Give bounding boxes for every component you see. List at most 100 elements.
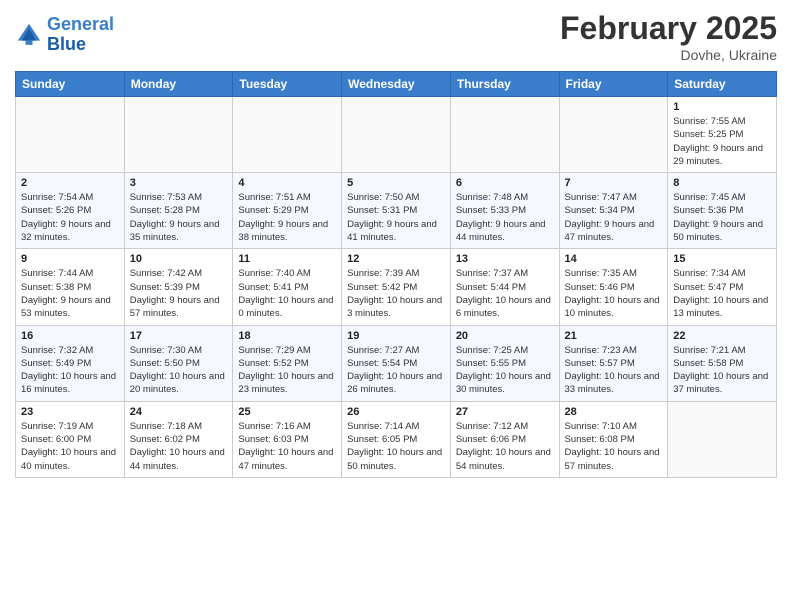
day-number: 4 — [238, 177, 336, 189]
day-cell: 18 Sunrise: 7:29 AM Sunset: 5:52 PM Dayli… — [233, 325, 342, 401]
day-cell: 8 Sunrise: 7:45 AM Sunset: 5:36 PM Daylig… — [668, 173, 777, 249]
day-cell: 10Sunrise: 7:42 AM Sunset: 5:39 PM Dayli… — [124, 249, 233, 325]
week-row-5: 23Sunrise: 7:19 AM Sunset: 6:00 PM Dayli… — [16, 401, 777, 477]
day-info: Sunrise: 7:16 AM Sunset: 6:03 PM Dayligh… — [238, 420, 336, 473]
col-header-wednesday: Wednesday — [342, 72, 451, 97]
day-info: Sunrise: 7:35 AM Sunset: 5:46 PM Dayligh… — [565, 267, 663, 320]
day-number: 24 — [130, 406, 228, 418]
day-cell: 15 Sunrise: 7:34 AM Sunset: 5:47 PM Dayli… — [668, 249, 777, 325]
day-info: Sunrise: 7:44 AM Sunset: 5:38 PM Dayligh… — [21, 267, 119, 320]
day-info: Sunrise: 7:37 AM Sunset: 5:44 PM Dayligh… — [456, 267, 554, 320]
logo: General Blue — [15, 15, 114, 55]
day-info: Sunrise: 7:34 AM Sunset: 5:47 PM Dayligh… — [673, 267, 771, 320]
day-number: 18 — [238, 330, 336, 342]
day-cell: 28 Sunrise: 7:10 AM Sunset: 6:08 PM Dayli… — [559, 401, 668, 477]
day-info: Sunrise: 7:21 AM Sunset: 5:58 PM Dayligh… — [673, 344, 771, 397]
day-number: 15 — [673, 253, 771, 265]
day-cell — [450, 97, 559, 173]
day-number: 20 — [456, 330, 554, 342]
day-info: Sunrise: 7:27 AM Sunset: 5:54 PM Dayligh… — [347, 344, 445, 397]
day-info: Sunrise: 7:51 AM Sunset: 5:29 PM Dayligh… — [238, 191, 336, 244]
day-number: 3 — [130, 177, 228, 189]
day-info: Sunrise: 7:12 AM Sunset: 6:06 PM Dayligh… — [456, 420, 554, 473]
day-info: Sunrise: 7:48 AM Sunset: 5:33 PM Dayligh… — [456, 191, 554, 244]
day-number: 22 — [673, 330, 771, 342]
logo-text: General Blue — [47, 15, 114, 55]
day-cell: 7 Sunrise: 7:47 AM Sunset: 5:34 PM Daylig… — [559, 173, 668, 249]
col-header-monday: Monday — [124, 72, 233, 97]
day-cell: 2 Sunrise: 7:54 AM Sunset: 5:26 PM Daylig… — [16, 173, 125, 249]
col-header-sunday: Sunday — [16, 72, 125, 97]
day-info: Sunrise: 7:55 AM Sunset: 5:25 PM Dayligh… — [673, 115, 771, 168]
day-number: 7 — [565, 177, 663, 189]
day-cell: 11 Sunrise: 7:40 AM Sunset: 5:41 PM Dayli… — [233, 249, 342, 325]
day-cell: 27 Sunrise: 7:12 AM Sunset: 6:06 PM Dayli… — [450, 401, 559, 477]
calendar: SundayMondayTuesdayWednesdayThursdayFrid… — [15, 71, 777, 478]
day-number: 14 — [565, 253, 663, 265]
day-number: 23 — [21, 406, 119, 418]
col-header-thursday: Thursday — [450, 72, 559, 97]
day-info: Sunrise: 7:45 AM Sunset: 5:36 PM Dayligh… — [673, 191, 771, 244]
week-row-3: 9Sunrise: 7:44 AM Sunset: 5:38 PM Daylig… — [16, 249, 777, 325]
day-cell — [16, 97, 125, 173]
day-number: 11 — [238, 253, 336, 265]
header: General Blue February 2025 Dovhe, Ukrain… — [15, 10, 777, 63]
day-info: Sunrise: 7:10 AM Sunset: 6:08 PM Dayligh… — [565, 420, 663, 473]
day-info: Sunrise: 7:39 AM Sunset: 5:42 PM Dayligh… — [347, 267, 445, 320]
day-number: 21 — [565, 330, 663, 342]
day-cell: 22 Sunrise: 7:21 AM Sunset: 5:58 PM Dayli… — [668, 325, 777, 401]
week-row-4: 16Sunrise: 7:32 AM Sunset: 5:49 PM Dayli… — [16, 325, 777, 401]
day-number: 13 — [456, 253, 554, 265]
day-cell: 25 Sunrise: 7:16 AM Sunset: 6:03 PM Dayli… — [233, 401, 342, 477]
day-number: 19 — [347, 330, 445, 342]
day-number: 27 — [456, 406, 554, 418]
day-number: 2 — [21, 177, 119, 189]
day-cell: 21Sunrise: 7:23 AM Sunset: 5:57 PM Dayli… — [559, 325, 668, 401]
month-title: February 2025 — [560, 10, 777, 47]
day-number: 10 — [130, 253, 228, 265]
day-cell: 12 Sunrise: 7:39 AM Sunset: 5:42 PM Dayli… — [342, 249, 451, 325]
day-cell: 1 Sunrise: 7:55 AM Sunset: 5:25 PM Daylig… — [668, 97, 777, 173]
logo-general: General — [47, 14, 114, 34]
day-info: Sunrise: 7:18 AM Sunset: 6:02 PM Dayligh… — [130, 420, 228, 473]
day-cell — [233, 97, 342, 173]
col-header-tuesday: Tuesday — [233, 72, 342, 97]
day-cell — [559, 97, 668, 173]
day-info: Sunrise: 7:14 AM Sunset: 6:05 PM Dayligh… — [347, 420, 445, 473]
day-info: Sunrise: 7:29 AM Sunset: 5:52 PM Dayligh… — [238, 344, 336, 397]
day-number: 12 — [347, 253, 445, 265]
title-block: February 2025 Dovhe, Ukraine — [560, 10, 777, 63]
day-cell: 19 Sunrise: 7:27 AM Sunset: 5:54 PM Dayli… — [342, 325, 451, 401]
day-info: Sunrise: 7:32 AM Sunset: 5:49 PM Dayligh… — [21, 344, 119, 397]
day-cell: 6 Sunrise: 7:48 AM Sunset: 5:33 PM Daylig… — [450, 173, 559, 249]
calendar-header-row: SundayMondayTuesdayWednesdayThursdayFrid… — [16, 72, 777, 97]
day-number: 5 — [347, 177, 445, 189]
day-info: Sunrise: 7:53 AM Sunset: 5:28 PM Dayligh… — [130, 191, 228, 244]
day-number: 28 — [565, 406, 663, 418]
location: Dovhe, Ukraine — [560, 47, 777, 63]
day-cell — [124, 97, 233, 173]
logo-icon — [15, 21, 43, 49]
day-cell: 13 Sunrise: 7:37 AM Sunset: 5:44 PM Dayli… — [450, 249, 559, 325]
day-number: 6 — [456, 177, 554, 189]
week-row-2: 2 Sunrise: 7:54 AM Sunset: 5:26 PM Daylig… — [16, 173, 777, 249]
day-number: 17 — [130, 330, 228, 342]
day-cell: 14 Sunrise: 7:35 AM Sunset: 5:46 PM Dayli… — [559, 249, 668, 325]
day-number: 25 — [238, 406, 336, 418]
day-cell: 4 Sunrise: 7:51 AM Sunset: 5:29 PM Daylig… — [233, 173, 342, 249]
page: General Blue February 2025 Dovhe, Ukrain… — [0, 0, 792, 488]
day-cell: 24 Sunrise: 7:18 AM Sunset: 6:02 PM Dayli… — [124, 401, 233, 477]
day-cell: 5Sunrise: 7:50 AM Sunset: 5:31 PM Daylig… — [342, 173, 451, 249]
col-header-friday: Friday — [559, 72, 668, 97]
day-info: Sunrise: 7:40 AM Sunset: 5:41 PM Dayligh… — [238, 267, 336, 320]
day-info: Sunrise: 7:54 AM Sunset: 5:26 PM Dayligh… — [21, 191, 119, 244]
day-number: 8 — [673, 177, 771, 189]
day-info: Sunrise: 7:25 AM Sunset: 5:55 PM Dayligh… — [456, 344, 554, 397]
day-cell — [668, 401, 777, 477]
day-cell: 9Sunrise: 7:44 AM Sunset: 5:38 PM Daylig… — [16, 249, 125, 325]
col-header-saturday: Saturday — [668, 72, 777, 97]
day-cell — [342, 97, 451, 173]
day-number: 1 — [673, 101, 771, 113]
day-info: Sunrise: 7:47 AM Sunset: 5:34 PM Dayligh… — [565, 191, 663, 244]
day-number: 26 — [347, 406, 445, 418]
